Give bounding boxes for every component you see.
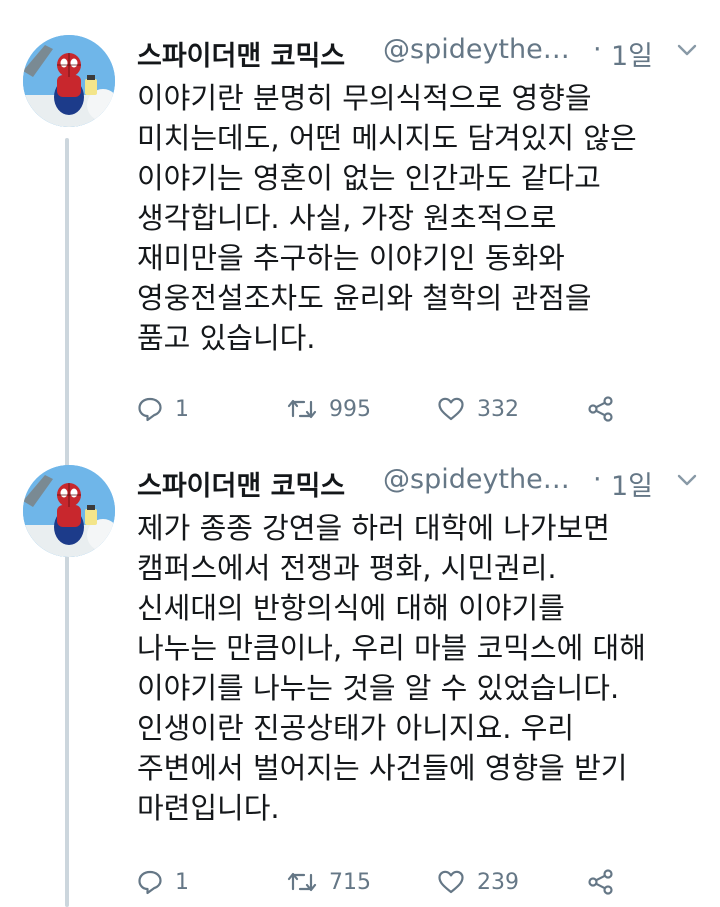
author-handle[interactable]: @spideythe… — [383, 34, 570, 65]
reply-count: 1 — [175, 396, 189, 422]
like-button[interactable]: 332 — [437, 389, 519, 429]
share-button[interactable] — [587, 862, 615, 902]
share-icon — [587, 395, 615, 423]
tweet-text-line: 마련입니다. — [137, 791, 280, 825]
reply-icon — [137, 396, 163, 422]
tweet-text: 제가 종종 강연을 하러 대학에 나가보면 캠퍼스에서 전쟁과 평화, 시민권리… — [137, 508, 707, 828]
tweet-timestamp[interactable]: 1일 — [611, 34, 653, 73]
reply-count: 1 — [175, 869, 189, 895]
chevron-down-icon[interactable] — [675, 470, 699, 490]
reply-button[interactable]: 1 — [137, 389, 189, 429]
avatar[interactable] — [23, 35, 115, 127]
tweet-text-line: 재미만을 추구하는 이야기인 동화와 — [137, 241, 565, 275]
heart-icon — [437, 869, 465, 895]
tweet-text-line: 신세대의 반항의식에 대해 이야기를 — [137, 591, 565, 625]
reply-icon — [137, 869, 163, 895]
author-name[interactable]: 스파이더맨 코믹스 — [137, 464, 345, 503]
like-count: 332 — [477, 396, 519, 422]
author-name[interactable]: 스파이더맨 코믹스 — [137, 34, 345, 73]
separator-dot: · — [593, 464, 602, 495]
chevron-down-icon[interactable] — [675, 40, 699, 60]
share-icon — [587, 868, 615, 896]
avatar[interactable] — [23, 465, 115, 557]
tweet-timestamp[interactable]: 1일 — [611, 464, 653, 503]
share-button[interactable] — [587, 389, 615, 429]
tweet-actions: 1 995 332 — [137, 389, 657, 429]
tweet-text-line: 캠퍼스에서 전쟁과 평화, 시민권리. — [137, 551, 557, 585]
tweet-text-line: 나누는 만큼이나, 우리 마블 코믹스에 대해 — [137, 631, 646, 665]
retweet-count: 995 — [329, 396, 371, 422]
tweet-text-line: 주변에서 벌어지는 사건들에 영향을 받기 — [137, 751, 628, 785]
tweet-text-line: 이야기란 분명히 무의식적으로 영향을 — [137, 81, 592, 115]
tweet-text-line: 제가 종종 강연을 하러 대학에 나가보면 — [137, 511, 610, 545]
tweet-text-line: 생각합니다. 사실, 가장 원초적으로 — [137, 201, 557, 235]
tweet-text-line: 품고 있습니다. — [137, 321, 316, 355]
tweet-text-line: 인생이란 진공상태가 아니지요. 우리 — [137, 711, 575, 745]
tweet-text-line: 영웅전설조차도 윤리와 철학의 관점을 — [137, 281, 592, 315]
retweet-icon — [287, 396, 317, 422]
tweet-text-line: 미치는데도, 어떤 메시지도 담겨있지 않은 — [137, 121, 637, 155]
author-handle[interactable]: @spideythe… — [383, 464, 570, 495]
tweet-actions: 1 715 239 — [137, 862, 657, 902]
separator-dot: · — [593, 34, 602, 65]
like-button[interactable]: 239 — [437, 862, 519, 902]
retweet-count: 715 — [329, 869, 371, 895]
retweet-icon — [287, 869, 317, 895]
heart-icon — [437, 396, 465, 422]
tweet-text: 이야기란 분명히 무의식적으로 영향을 미치는데도, 어떤 메시지도 담겨있지 … — [137, 78, 707, 358]
like-count: 239 — [477, 869, 519, 895]
reply-button[interactable]: 1 — [137, 862, 189, 902]
retweet-button[interactable]: 715 — [287, 862, 371, 902]
tweet-text-line: 이야기는 영혼이 없는 인간과도 같다고 — [137, 161, 601, 195]
retweet-button[interactable]: 995 — [287, 389, 371, 429]
tweet-text-line: 이야기를 나누는 것을 알 수 있었습니다. — [137, 671, 620, 705]
